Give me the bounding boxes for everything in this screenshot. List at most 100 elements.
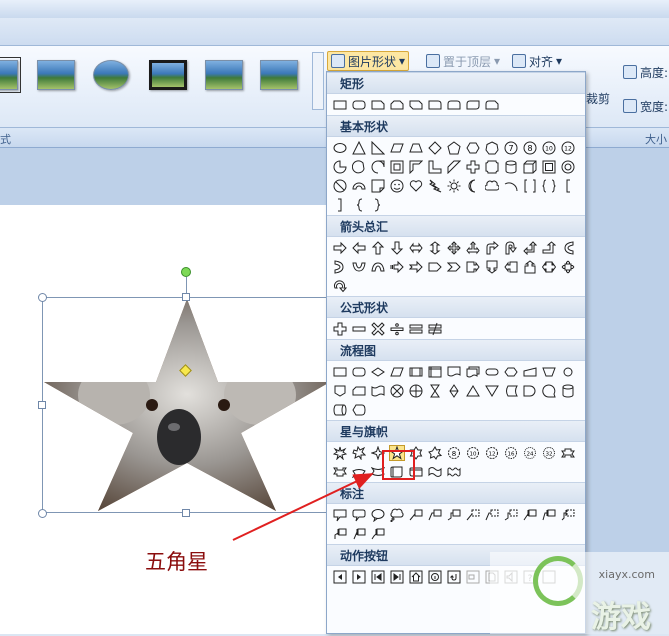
flowchart-data-shape-icon[interactable]: [389, 364, 405, 380]
flowchart-merge-shape-icon[interactable]: [484, 383, 500, 399]
flowchart-sequential-access-shape-icon[interactable]: [541, 383, 557, 399]
rectangular-callout-shape-icon[interactable]: [332, 507, 348, 523]
snip-same-side-rectangle-shape-icon[interactable]: [389, 97, 405, 113]
action-end-icon[interactable]: [389, 569, 405, 585]
bent-arrow-shape-icon[interactable]: [484, 240, 500, 256]
heptagon-shape-icon[interactable]: [484, 140, 500, 156]
sixteen-point-star-shape-icon[interactable]: 16: [503, 445, 519, 461]
quad-arrow-callout-shape-icon[interactable]: [560, 259, 576, 275]
flowchart-document-shape-icon[interactable]: [446, 364, 462, 380]
flowchart-alternate-process-shape-icon[interactable]: [351, 364, 367, 380]
multiply-shape-icon[interactable]: [370, 321, 386, 337]
right-brace-shape-icon[interactable]: [370, 197, 386, 213]
diamond-shape-icon[interactable]: [427, 140, 443, 156]
frame-shape-icon[interactable]: [389, 159, 405, 175]
teardrop-shape-icon[interactable]: [370, 159, 386, 175]
bring-to-front-button[interactable]: 置于顶层 ▾: [426, 51, 500, 71]
picture-style-thumb-6[interactable]: [260, 60, 298, 90]
curved-down-arrow-shape-icon[interactable]: [370, 259, 386, 275]
line-callout-10-shape-icon[interactable]: [332, 526, 348, 542]
not-equal-shape-icon[interactable]: [427, 321, 443, 337]
up-arrow-shape-icon[interactable]: [370, 240, 386, 256]
down-ribbon-shape-icon[interactable]: [332, 464, 348, 480]
circular-arrow-shape-icon[interactable]: [332, 278, 348, 294]
bevel-shape-icon[interactable]: [541, 159, 557, 175]
explosion-1-shape-icon[interactable]: [332, 445, 348, 461]
seven-point-star-shape-icon[interactable]: [427, 445, 443, 461]
flowchart-process-shape-icon[interactable]: [332, 364, 348, 380]
line-callout-8-shape-icon[interactable]: [541, 507, 557, 523]
picture-shape-button[interactable]: 图片形状 ▾: [327, 51, 410, 71]
plus-shape-icon[interactable]: [332, 321, 348, 337]
triangle-shape-icon[interactable]: [351, 140, 367, 156]
dodecagon-shape-icon[interactable]: 12: [560, 140, 576, 156]
action-movie-icon[interactable]: [465, 569, 481, 585]
line-callout-11-shape-icon[interactable]: [351, 526, 367, 542]
align-button[interactable]: 对齐 ▾: [512, 51, 562, 71]
line-callout-5-shape-icon[interactable]: [484, 507, 500, 523]
flowchart-card-shape-icon[interactable]: [351, 383, 367, 399]
curved-left-arrow-shape-icon[interactable]: [332, 259, 348, 275]
action-beginning-icon[interactable]: [370, 569, 386, 585]
width-field[interactable]: 宽度:: [623, 96, 668, 116]
line-callout-12-shape-icon[interactable]: [370, 526, 386, 542]
snip-round-rectangle-shape-icon[interactable]: [484, 97, 500, 113]
hexagon-shape-icon[interactable]: [465, 140, 481, 156]
striped-right-arrow-shape-icon[interactable]: [389, 259, 405, 275]
no-symbol-shape-icon[interactable]: [332, 178, 348, 194]
flowchart-connector-shape-icon[interactable]: [560, 364, 576, 380]
line-callout-3-shape-icon[interactable]: [446, 507, 462, 523]
flowchart-summing-junction-shape-icon[interactable]: [389, 383, 405, 399]
rounded-rectangular-callout-shape-icon[interactable]: [351, 507, 367, 523]
flowchart-direct-access-storage-shape-icon[interactable]: [332, 402, 348, 418]
curved-up-arrow-shape-icon[interactable]: [351, 259, 367, 275]
minus-shape-icon[interactable]: [351, 321, 367, 337]
block-arc-shape-icon[interactable]: [351, 178, 367, 194]
notched-right-arrow-shape-icon[interactable]: [408, 259, 424, 275]
down-arrow-callout-shape-icon[interactable]: [484, 259, 500, 275]
oval-shape-icon[interactable]: [332, 140, 348, 156]
gallery-scroll-button[interactable]: [312, 52, 324, 110]
flowchart-delay-shape-icon[interactable]: [522, 383, 538, 399]
cross-shape-icon[interactable]: [465, 159, 481, 175]
flowchart-manual-input-shape-icon[interactable]: [522, 364, 538, 380]
parallelogram-shape-icon[interactable]: [389, 140, 405, 156]
rectangle-shape-icon[interactable]: [332, 97, 348, 113]
double-wave-shape-icon[interactable]: [446, 464, 462, 480]
octagon-8-shape-icon[interactable]: 8: [522, 140, 538, 156]
pentagon-arrow-shape-icon[interactable]: [427, 259, 443, 275]
left-right-arrow-shape-icon[interactable]: [408, 240, 424, 256]
explosion-2-shape-icon[interactable]: [351, 445, 367, 461]
picture-style-thumb-black-frame[interactable]: [149, 60, 187, 90]
curved-up-ribbon-shape-icon[interactable]: [351, 464, 367, 480]
down-arrow-shape-icon[interactable]: [389, 240, 405, 256]
chord-shape-icon[interactable]: [351, 159, 367, 175]
curved-right-arrow-shape-icon[interactable]: [560, 240, 576, 256]
can-shape-icon[interactable]: [503, 159, 519, 175]
wave-shape-icon[interactable]: [427, 464, 443, 480]
eight-point-star-shape-icon[interactable]: 8: [446, 445, 462, 461]
snip-diagonal-rectangle-shape-icon[interactable]: [408, 97, 424, 113]
left-bracket-shape-icon[interactable]: [560, 178, 576, 194]
cloud-callout-shape-icon[interactable]: [389, 507, 405, 523]
line-callout-6-shape-icon[interactable]: [503, 507, 519, 523]
action-home-icon[interactable]: [408, 569, 424, 585]
moon-shape-icon[interactable]: [465, 178, 481, 194]
flowchart-extract-shape-icon[interactable]: [465, 383, 481, 399]
line-callout-1-shape-icon[interactable]: [408, 507, 424, 523]
plaque-shape-icon[interactable]: [484, 159, 500, 175]
line-callout-2-shape-icon[interactable]: [427, 507, 443, 523]
flowchart-display-shape-icon[interactable]: [351, 402, 367, 418]
round-corner-rectangle-shape-icon[interactable]: [427, 97, 443, 113]
picture-style-thumb-oval[interactable]: [93, 60, 129, 90]
left-arrow-shape-icon[interactable]: [351, 240, 367, 256]
flowchart-internal-storage-shape-icon[interactable]: [427, 364, 443, 380]
u-turn-arrow-shape-icon[interactable]: [503, 240, 519, 256]
line-callout-7-shape-icon[interactable]: [522, 507, 538, 523]
flowchart-multidocument-shape-icon[interactable]: [465, 364, 481, 380]
resize-handle-top[interactable]: [182, 293, 190, 301]
division-shape-icon[interactable]: [389, 321, 405, 337]
round-diagonal-rectangle-shape-icon[interactable]: [465, 97, 481, 113]
rotation-handle[interactable]: [181, 267, 191, 277]
resize-handle-left[interactable]: [38, 401, 46, 409]
